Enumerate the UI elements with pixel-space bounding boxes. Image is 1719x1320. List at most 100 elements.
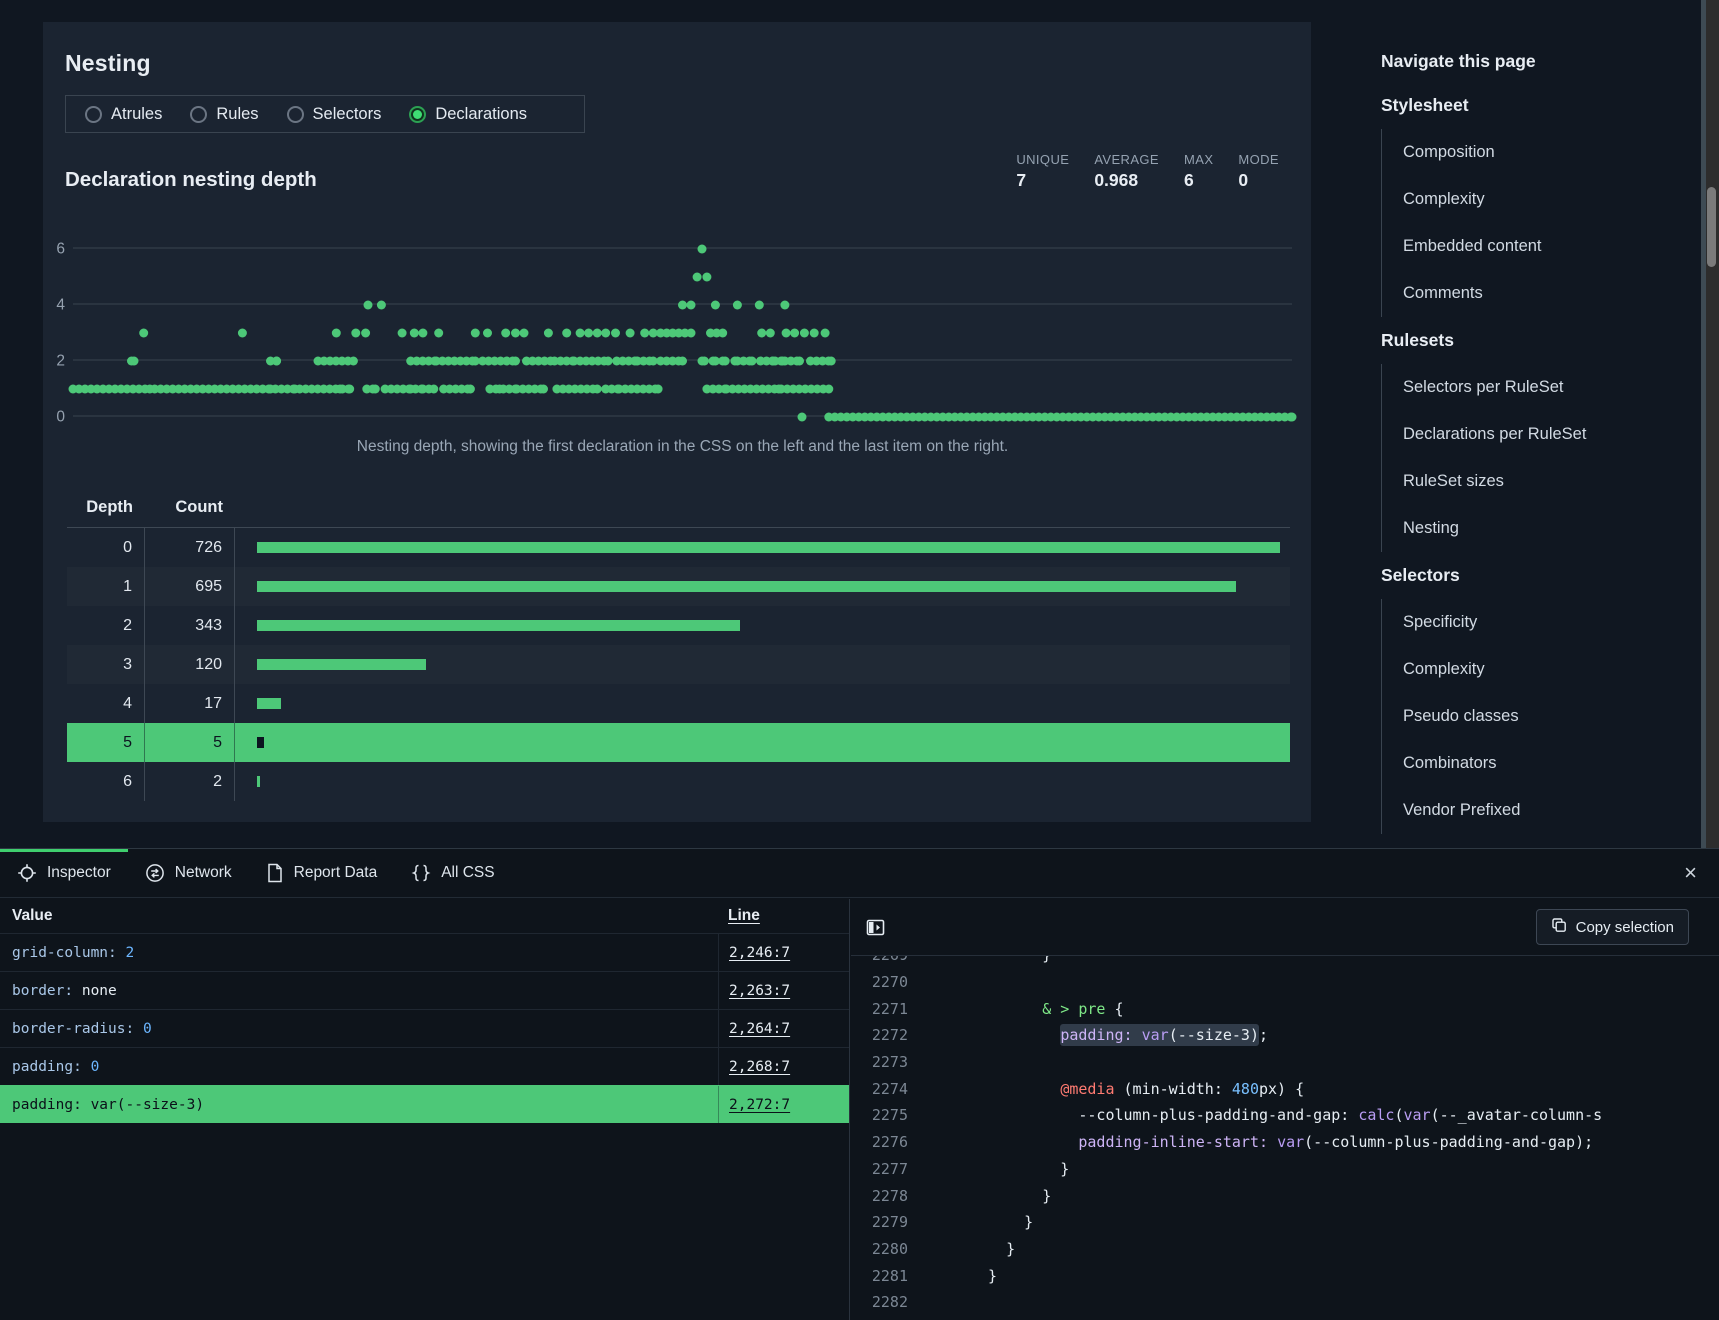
nav-section-rulesets: Rulesets <box>1381 317 1691 364</box>
copy-icon <box>1551 917 1567 937</box>
depth-table-row[interactable]: 3120 <box>67 645 1290 684</box>
count-cell: 2 <box>145 762 235 801</box>
tab-inspector[interactable]: Inspector <box>0 849 128 897</box>
bar-cell <box>235 606 1290 645</box>
nav-item-composition[interactable]: Composition <box>1381 129 1691 176</box>
stat-label: AVERAGE <box>1094 152 1159 167</box>
nav-item-declarations-per-ruleset[interactable]: Declarations per RuleSet <box>1381 411 1691 458</box>
property-value: 2 <box>126 945 135 961</box>
radio-icon <box>409 106 426 123</box>
radio-icon <box>85 106 102 123</box>
radio-label: Rules <box>216 105 258 124</box>
nav-item-vendor-prefixed[interactable]: Vendor Prefixed <box>1381 787 1691 834</box>
line-link[interactable]: 2,268:7 <box>729 1059 790 1075</box>
copy-selection-button[interactable]: Copy selection <box>1536 909 1689 945</box>
depth-cell: 3 <box>67 645 145 684</box>
depth-cell: 2 <box>67 606 145 645</box>
line-link[interactable]: 2,263:7 <box>729 983 790 999</box>
line-number: 2282 <box>851 1293 908 1311</box>
stat-average: AVERAGE0.968 <box>1094 152 1159 191</box>
nav-item-complexity[interactable]: Complexity <box>1381 646 1691 693</box>
nesting-card: Nesting AtrulesRulesSelectorsDeclaration… <box>43 22 1311 822</box>
bar-cell <box>235 762 1290 801</box>
code-scroll-area[interactable]: 2269 }22702271 & > pre {2272 padding: va… <box>851 956 1719 1320</box>
declaration-row[interactable]: padding: var(--size-3) 2,272:7 <box>0 1085 849 1123</box>
close-icon[interactable]: × <box>1684 862 1697 884</box>
devtools-panel: Inspector Network Report Data All CSS × Valu… <box>0 848 1719 1320</box>
editor-toolbar: Copy selection <box>851 899 1719 956</box>
depth-cell: 0 <box>67 528 145 567</box>
declaration-row[interactable]: border-radius: 02,264:7 <box>0 1009 849 1047</box>
count-bar <box>257 737 264 748</box>
tab-all-css[interactable]: All CSS <box>394 849 511 897</box>
property-value: none <box>82 983 117 999</box>
line-link[interactable]: 2,246:7 <box>729 945 790 961</box>
tab-report-data[interactable]: Report Data <box>249 849 395 897</box>
nav-section-stylesheet: Stylesheet <box>1381 82 1691 129</box>
y-tick-label: 4 <box>56 297 65 314</box>
stat-max: MAX6 <box>1184 152 1213 191</box>
depth-table-row[interactable]: 55 <box>67 723 1290 762</box>
declaration-row[interactable]: border: none2,263:7 <box>0 971 849 1009</box>
line-number: 2269 <box>851 956 908 964</box>
line-link[interactable]: 2,264:7 <box>729 1021 790 1037</box>
nav-item-specificity[interactable]: Specificity <box>1381 599 1691 646</box>
declaration-row[interactable]: padding: 0 2,268:7 <box>0 1047 849 1085</box>
radio-option-selectors[interactable]: Selectors <box>287 105 382 124</box>
depth-table-row[interactable]: 62 <box>67 762 1290 801</box>
nav-item-complexity[interactable]: Complexity <box>1381 176 1691 223</box>
nav-item-combinators[interactable]: Combinators <box>1381 740 1691 787</box>
value-column-header: Value <box>0 907 53 925</box>
code-line: 2274 @media (min-width: 480px) { <box>851 1075 1719 1102</box>
code-line: 2278 } <box>851 1182 1719 1209</box>
code-line: 2275 --column-plus-padding-and-gap: calc… <box>851 1102 1719 1129</box>
devtools-tabbar: Inspector Network Report Data All CSS × <box>0 849 1719 898</box>
radio-option-atrules[interactable]: Atrules <box>85 105 162 124</box>
radio-icon <box>287 106 304 123</box>
nav-item-pseudo-classes[interactable]: Pseudo classes <box>1381 693 1691 740</box>
stat-label: MODE <box>1238 152 1279 167</box>
line-number: 2281 <box>851 1267 908 1285</box>
tab-label: All CSS <box>441 864 494 882</box>
nav-item-selectors-per-ruleset[interactable]: Selectors per RuleSet <box>1381 364 1691 411</box>
tab-network[interactable]: Network <box>128 849 249 897</box>
radio-option-declarations[interactable]: Declarations <box>409 105 527 124</box>
declaration-cell: padding: var(--size-3) <box>0 1097 718 1113</box>
radio-icon <box>190 106 207 123</box>
property-name: border-radius: <box>12 1021 134 1037</box>
window-scrollbar-thumb[interactable] <box>1707 187 1716 267</box>
stat-value: 7 <box>1016 170 1069 191</box>
declaration-cell: padding: 0 <box>0 1059 718 1075</box>
depth-cell: 1 <box>67 567 145 606</box>
panel-toggle-icon[interactable] <box>865 917 886 938</box>
code-text: } <box>970 956 1051 964</box>
nav-item-embedded-content[interactable]: Embedded content <box>1381 223 1691 270</box>
nav-item-ruleset-sizes[interactable]: RuleSet sizes <box>1381 458 1691 505</box>
stat-mode: MODE0 <box>1238 152 1279 191</box>
code-line: 2269 } <box>851 956 1719 969</box>
code-line: 2282 <box>851 1289 1719 1316</box>
nav-item-comments[interactable]: Comments <box>1381 270 1691 317</box>
radio-option-rules[interactable]: Rules <box>190 105 258 124</box>
code-line: 2273 <box>851 1049 1719 1076</box>
depth-table-row[interactable]: 2343 <box>67 606 1290 645</box>
stat-value: 6 <box>1184 170 1213 191</box>
depth-table-row[interactable]: 0726 <box>67 528 1290 567</box>
code-text: padding-inline-start: var(--column-plus-… <box>970 1133 1593 1151</box>
depth-table-row[interactable]: 1695 <box>67 567 1290 606</box>
property-name: padding: <box>12 1097 82 1113</box>
depth-table-row[interactable]: 417 <box>67 684 1290 723</box>
code-line: 2272 padding: var(--size-3); <box>851 1022 1719 1049</box>
section-title: Declaration nesting depth <box>65 168 317 192</box>
radio-label: Atrules <box>111 105 162 124</box>
code-text: } <box>970 1213 1033 1231</box>
code-text: } <box>970 1160 1069 1178</box>
count-cell: 17 <box>145 684 235 723</box>
line-column-header[interactable]: Line <box>728 907 760 925</box>
tab-label: Network <box>175 864 232 882</box>
count-bar <box>257 698 281 709</box>
declaration-row[interactable]: grid-column: 22,246:7 <box>0 933 849 971</box>
line-link[interactable]: 2,272:7 <box>729 1097 790 1113</box>
bar-cell <box>235 645 1290 684</box>
nav-item-nesting[interactable]: Nesting <box>1381 505 1691 552</box>
